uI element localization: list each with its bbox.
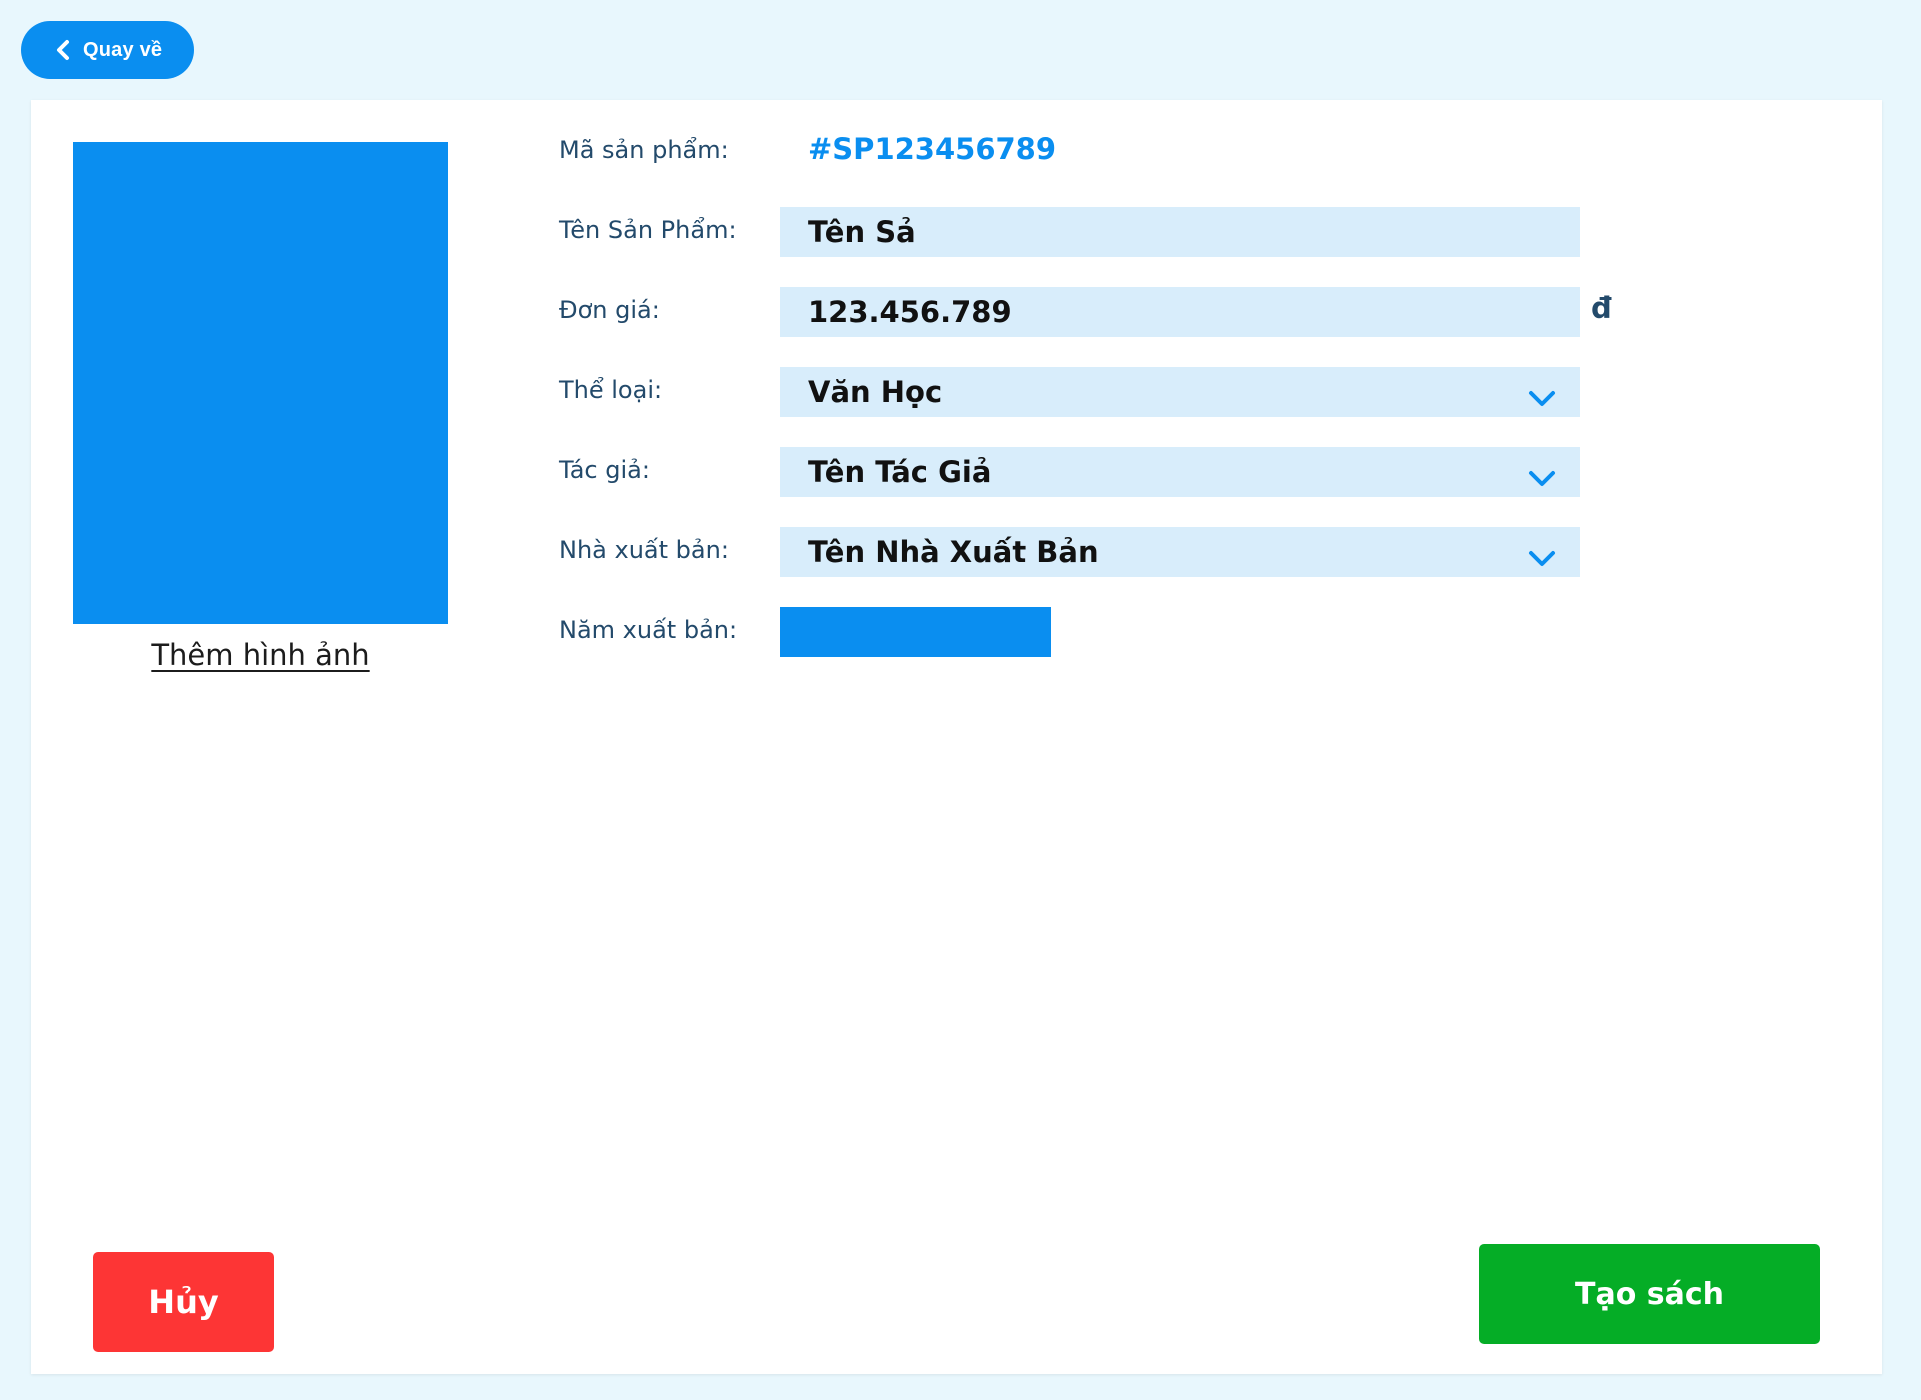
add-image-link[interactable]: Thêm hình ảnh — [73, 638, 448, 672]
publisher-label: Nhà xuất bản: — [559, 536, 729, 564]
category-value: Văn Học — [808, 375, 943, 409]
author-label: Tác giả: — [559, 456, 650, 484]
publication-year-label: Năm xuất bản: — [559, 616, 738, 644]
product-name-input[interactable]: Tên Sả — [780, 207, 1580, 257]
author-select[interactable]: Tên Tác Giả — [780, 447, 1580, 497]
category-select[interactable]: Văn Học — [780, 367, 1580, 417]
price-label: Đơn giá: — [559, 296, 660, 324]
price-input[interactable]: 123.456.789 — [780, 287, 1580, 337]
chevron-down-icon — [1528, 542, 1556, 566]
publisher-select[interactable]: Tên Nhà Xuất Bản — [780, 527, 1580, 577]
back-button-label: Quay về — [83, 38, 163, 61]
category-label: Thể loại: — [559, 376, 663, 404]
author-value: Tên Tác Giả — [808, 455, 992, 489]
create-book-button[interactable]: Tạo sách — [1479, 1244, 1820, 1344]
product-code-label: Mã sản phẩm: — [559, 136, 729, 164]
product-form-card: Thêm hình ảnh Mã sản phẩm: #SP123456789 … — [31, 100, 1882, 1374]
publisher-value: Tên Nhà Xuất Bản — [808, 535, 1099, 569]
currency-symbol: đ — [1591, 291, 1612, 325]
chevron-down-icon — [1528, 382, 1556, 406]
product-name-label: Tên Sản Phẩm: — [559, 216, 737, 244]
chevron-down-icon — [1528, 462, 1556, 486]
chevron-left-icon — [53, 38, 73, 62]
product-image-placeholder[interactable] — [73, 142, 448, 624]
price-value: 123.456.789 — [808, 295, 1012, 329]
back-button[interactable]: Quay về — [21, 21, 194, 79]
cancel-button[interactable]: Hủy — [93, 1252, 274, 1352]
product-name-value: Tên Sả — [808, 215, 916, 249]
product-code-value: #SP123456789 — [808, 132, 1057, 166]
publication-year-input[interactable] — [780, 607, 1051, 657]
